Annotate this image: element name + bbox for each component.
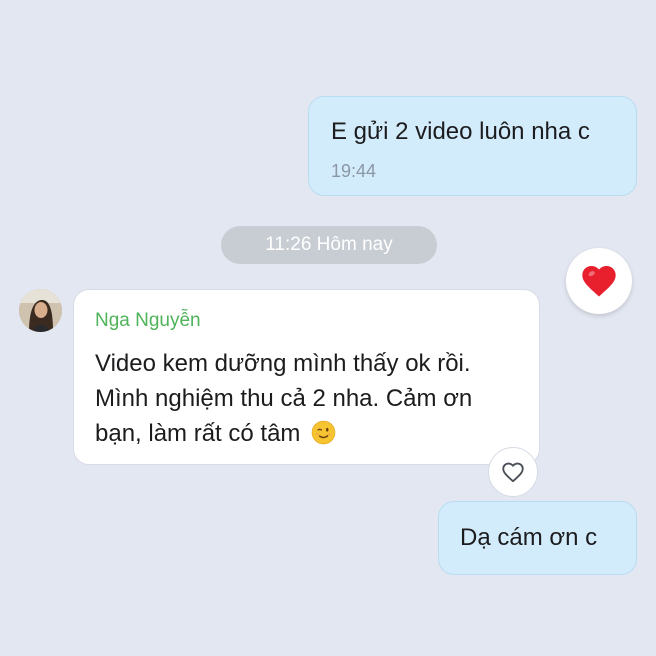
avatar[interactable] (19, 289, 62, 332)
heart-outline-icon (500, 459, 526, 485)
message-line: bạn, làm rất có tâm (95, 416, 472, 451)
message-line: Video kem dưỡng mình thấy ok rồi. (95, 350, 471, 377)
red-heart-icon (579, 261, 619, 301)
message-body: Video kem dưỡng mình thấy ok rồi. Mình n… (95, 346, 472, 451)
date-separator: 11:26 Hôm nay (221, 226, 437, 264)
message-line-text: bạn, làm rất có tâm (95, 420, 301, 447)
message-timestamp: 19:44 (331, 161, 377, 181)
react-button[interactable] (488, 447, 538, 497)
outgoing-message-bubble[interactable]: Dạ cám ơn c (438, 501, 637, 575)
sender-name[interactable]: Nga Nguyễn (95, 310, 201, 332)
wink-emoji-icon (311, 420, 336, 445)
outgoing-message-bubble[interactable]: E gửi 2 video luôn nha c 19:44 (308, 96, 637, 196)
incoming-message-bubble[interactable]: Nga Nguyễn Video kem dưỡng mình thấy ok … (73, 289, 540, 465)
reaction-badge[interactable] (566, 248, 632, 314)
message-text: E gửi 2 video luôn nha c (331, 118, 590, 145)
message-text: Dạ cám ơn c (460, 524, 598, 551)
avatar-image (19, 289, 62, 332)
message-line: Mình nghiệm thu cả 2 nha. Cảm ơn (95, 385, 473, 412)
